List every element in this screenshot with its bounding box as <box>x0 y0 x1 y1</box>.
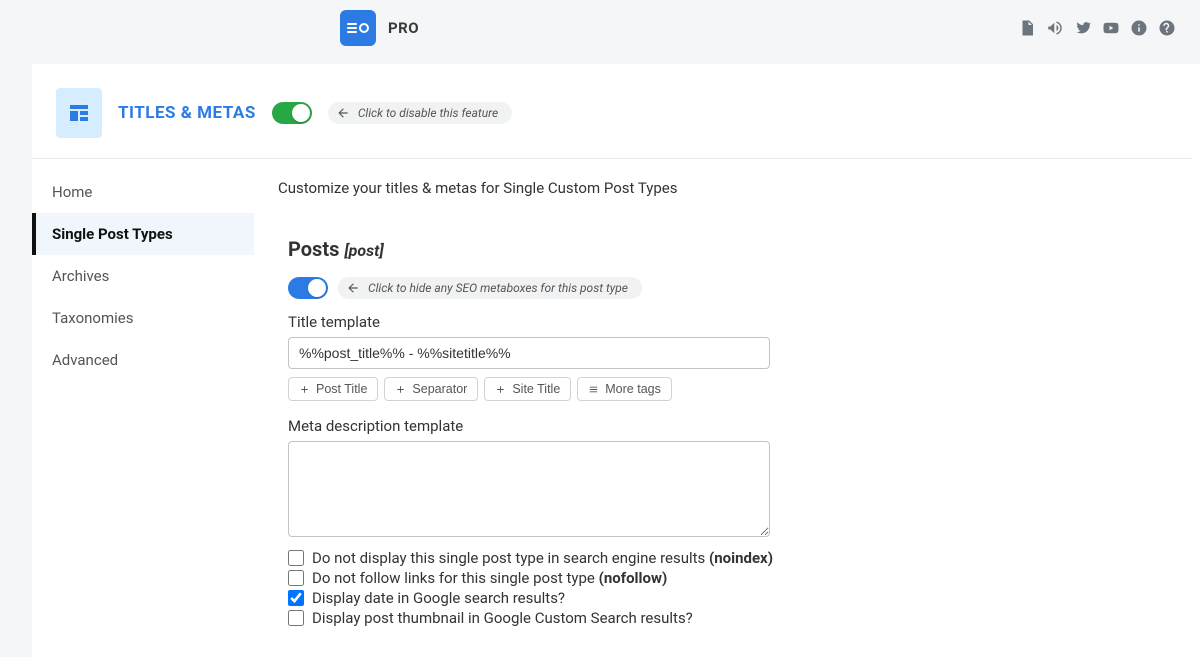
page-title: TITLES & METAS <box>118 103 256 123</box>
arrow-left-icon <box>336 106 350 120</box>
title-template-label: Title template <box>288 313 1160 331</box>
titles-metas-icon <box>56 88 102 138</box>
main-card: TITLES & METAS Click to disable this fea… <box>32 64 1200 657</box>
sidebar: Home Single Post Types Archives Taxonomi… <box>32 159 254 657</box>
twitter-icon[interactable] <box>1074 19 1092 37</box>
app-logo <box>340 10 376 46</box>
topbar-right <box>1018 19 1176 37</box>
info-icon[interactable] <box>1130 19 1148 37</box>
topbar-left: PRO <box>340 10 419 46</box>
display-thumbnail-checkbox[interactable] <box>288 610 304 626</box>
sidebar-item-label: Advanced <box>52 351 118 369</box>
nofollow-checkbox[interactable] <box>288 570 304 586</box>
display-thumbnail-checkbox-row[interactable]: Display post thumbnail in Google Custom … <box>288 609 1160 627</box>
sidebar-item-label: Single Post Types <box>52 225 173 243</box>
tag-site-title-button[interactable]: Site Title <box>484 377 571 401</box>
topbar: PRO <box>0 0 1200 56</box>
tag-buttons: Post Title Separator Site Title More tag… <box>288 377 1160 401</box>
more-tags-button[interactable]: More tags <box>577 377 672 401</box>
sidebar-item-home[interactable]: Home <box>32 171 254 213</box>
content-intro: Customize your titles & metas for Single… <box>278 179 1160 197</box>
noindex-checkbox-row[interactable]: Do not display this single post type in … <box>288 549 1160 567</box>
noindex-checkbox[interactable] <box>288 550 304 566</box>
help-icon[interactable] <box>1158 19 1176 37</box>
document-icon[interactable] <box>1018 19 1036 37</box>
meta-description-input[interactable] <box>288 441 770 537</box>
sidebar-item-label: Archives <box>52 267 109 285</box>
youtube-icon[interactable] <box>1102 19 1120 37</box>
header-section: TITLES & METAS Click to disable this fea… <box>32 64 1192 159</box>
feature-toggle[interactable] <box>272 102 312 124</box>
body-section: Home Single Post Types Archives Taxonomi… <box>32 159 1200 657</box>
section-slug: [post] <box>344 241 383 260</box>
post-type-seo-hint: Click to hide any SEO metaboxes for this… <box>338 277 642 299</box>
post-type-seo-toggle[interactable] <box>288 277 328 299</box>
meta-description-label: Meta description template <box>288 417 1160 435</box>
sidebar-item-advanced[interactable]: Advanced <box>32 339 254 381</box>
sidebar-item-taxonomies[interactable]: Taxonomies <box>32 297 254 339</box>
menu-icon <box>588 384 599 395</box>
title-template-input[interactable] <box>288 337 770 369</box>
tag-post-title-button[interactable]: Post Title <box>288 377 378 401</box>
section-title: Posts [post] <box>288 237 1160 261</box>
pro-label: PRO <box>388 19 419 37</box>
tag-separator-button[interactable]: Separator <box>384 377 478 401</box>
content: Customize your titles & metas for Single… <box>254 159 1200 657</box>
plus-icon <box>395 384 406 395</box>
sidebar-item-archives[interactable]: Archives <box>32 255 254 297</box>
sidebar-item-label: Taxonomies <box>52 309 133 327</box>
display-date-checkbox[interactable] <box>288 590 304 606</box>
plus-icon <box>495 384 506 395</box>
nofollow-checkbox-row[interactable]: Do not follow links for this single post… <box>288 569 1160 587</box>
sidebar-item-single-post-types[interactable]: Single Post Types <box>32 213 254 255</box>
sidebar-item-label: Home <box>52 183 92 201</box>
feature-toggle-hint: Click to disable this feature <box>328 102 512 124</box>
megaphone-icon[interactable] <box>1046 19 1064 37</box>
display-date-checkbox-row[interactable]: Display date in Google search results? <box>288 589 1160 607</box>
section-toggle-row: Click to hide any SEO metaboxes for this… <box>288 277 1160 299</box>
plus-icon <box>299 384 310 395</box>
arrow-left-icon <box>346 281 360 295</box>
